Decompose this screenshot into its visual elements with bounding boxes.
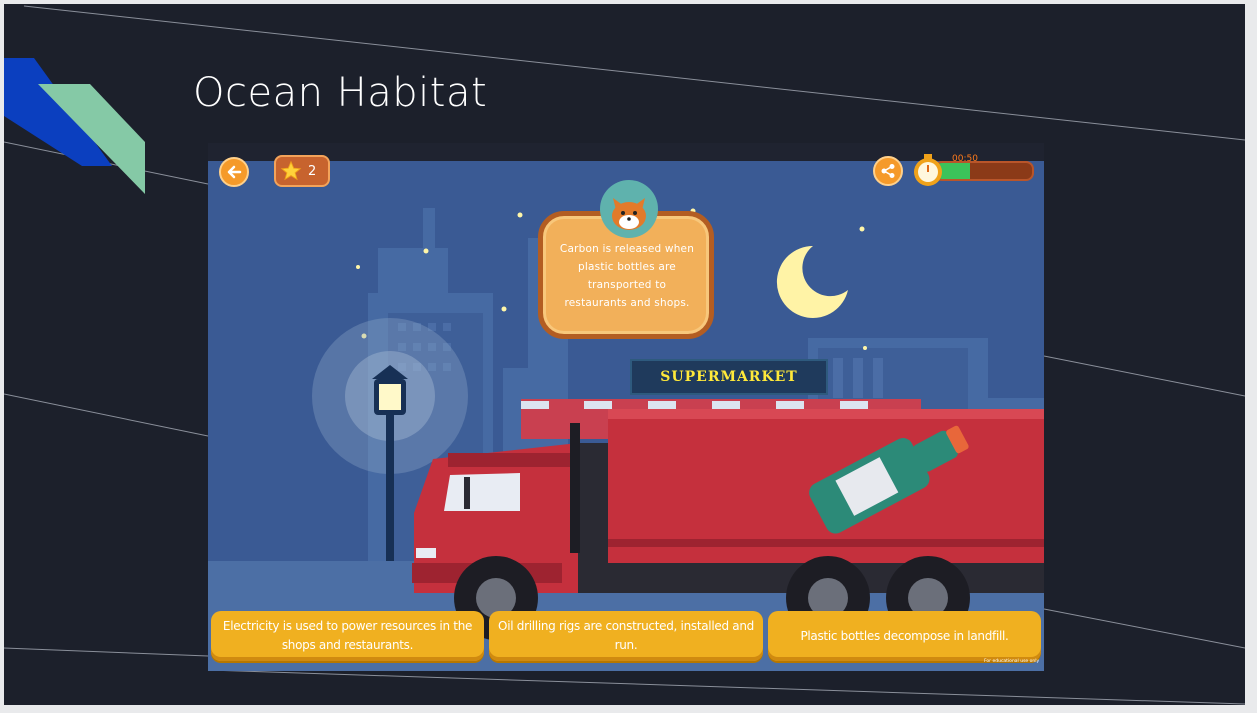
share-button[interactable] bbox=[873, 156, 903, 186]
game-embed[interactable]: 2 00:50 Carbon is released when plastic … bbox=[208, 143, 1044, 671]
fact-text: Carbon is released when plastic bottles … bbox=[559, 243, 695, 309]
decor-line bbox=[4, 393, 209, 437]
answer-option-3[interactable]: Plastic bottles decompose in landfill. bbox=[768, 611, 1041, 661]
supermarket-label: SUPERMARKET bbox=[660, 369, 798, 385]
timer-bar bbox=[934, 161, 1034, 181]
back-button[interactable] bbox=[219, 157, 249, 187]
timer: 00:50 bbox=[912, 153, 1038, 187]
decor-line bbox=[1043, 355, 1245, 397]
share-icon bbox=[881, 164, 895, 178]
answer-option-2[interactable]: Oil drilling rigs are constructed, insta… bbox=[489, 611, 763, 661]
cat-face-icon bbox=[612, 198, 646, 230]
decor-line bbox=[4, 647, 209, 657]
arrow-left-icon bbox=[227, 165, 242, 179]
answer-option-1[interactable]: Electricity is used to power resources i… bbox=[211, 611, 484, 661]
star-counter: 2 bbox=[274, 155, 330, 187]
decor-line bbox=[1043, 608, 1245, 649]
star-count: 2 bbox=[308, 163, 317, 179]
educational-use-note: For educational use only bbox=[984, 659, 1040, 664]
decor-line bbox=[207, 669, 1245, 705]
avatar bbox=[600, 180, 658, 238]
slide-title: Ocean Habitat bbox=[193, 70, 488, 116]
timer-label: 00:50 bbox=[952, 154, 978, 164]
star-icon bbox=[280, 160, 302, 181]
supermarket-sign: SUPERMARKET bbox=[630, 359, 828, 395]
stopwatch-icon bbox=[914, 154, 942, 186]
slide: Ocean Habitat 2 00:50 Carbon is released… bbox=[4, 4, 1245, 705]
